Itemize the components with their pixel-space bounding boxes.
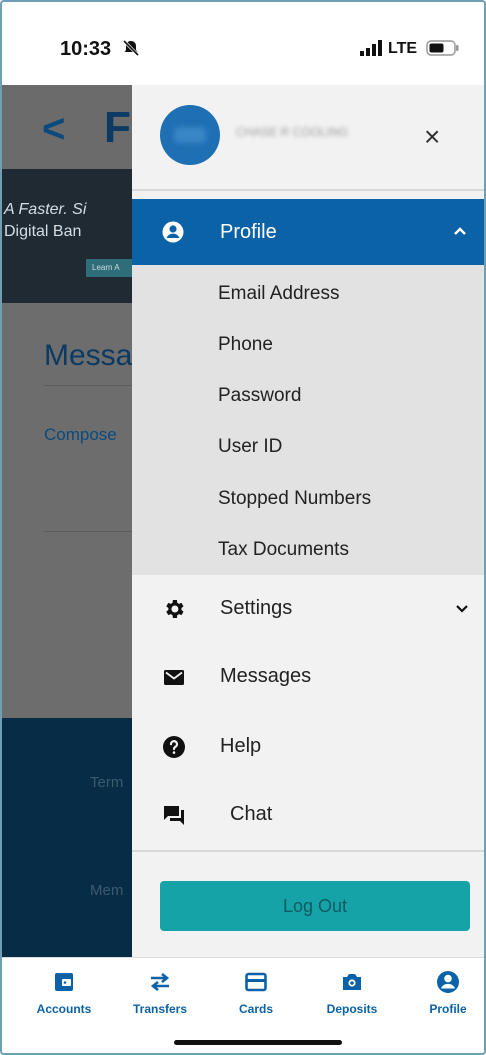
compose-link: Compose: [44, 425, 117, 444]
tab-label: Cards: [238, 1002, 273, 1016]
terms-link: Term: [90, 774, 124, 791]
tab-cards[interactable]: Cards: [208, 970, 304, 1030]
card-icon: [245, 972, 267, 992]
tab-deposits[interactable]: Deposits: [304, 970, 400, 1030]
signal-icon: [360, 40, 382, 56]
envelope-icon: [164, 670, 184, 685]
menu-item-help[interactable]: Help: [132, 713, 484, 781]
submenu-item-tax-documents[interactable]: Tax Documents: [218, 539, 349, 561]
status-time: 10:33: [60, 38, 112, 60]
tab-profile[interactable]: Profile: [400, 970, 484, 1030]
menu-item-profile[interactable]: Profile: [132, 199, 484, 265]
promo-banner: A Faster. Si Digital Ban Learn A: [2, 169, 132, 303]
chevron-down-icon: [456, 605, 468, 613]
tab-label: Profile: [429, 1002, 467, 1016]
page-title: Messa: [44, 339, 132, 372]
banner-line-1: A Faster. Si: [4, 201, 87, 218]
chevron-up-icon: [454, 227, 466, 235]
user-circle-icon: [162, 221, 184, 243]
profile-submenu: Email Address Phone Password User ID Sto…: [132, 265, 484, 575]
divider: [44, 385, 132, 386]
submenu-item-password[interactable]: Password: [218, 385, 301, 407]
background-header: < F: [2, 85, 132, 169]
banner-learn-button: Learn A: [86, 259, 132, 277]
banner-line-2: Digital Ban: [4, 223, 82, 240]
submenu-item-phone[interactable]: Phone: [218, 334, 273, 356]
wallet-icon: [55, 973, 73, 991]
phone-screen: 10:33 LTE < F A Faster. Si Digital Ban L…: [0, 0, 486, 1055]
silent-bell-icon: [122, 39, 140, 57]
tab-label: Accounts: [36, 1002, 92, 1016]
logo: F: [104, 103, 131, 152]
background-page: < F A Faster. Si Digital Ban Learn A Mes…: [2, 85, 132, 957]
background-content: Messa Compose: [2, 303, 132, 718]
divider: [44, 531, 132, 532]
menu-item-label: Messages: [220, 665, 312, 687]
tab-transfers[interactable]: Transfers: [112, 970, 208, 1030]
status-bar: 10:33 LTE: [2, 2, 484, 85]
menu-item-label: Settings: [220, 597, 293, 619]
drawer-header: CHASE R COOLING ×: [132, 85, 484, 189]
tab-label: Deposits: [326, 1002, 378, 1016]
logout-button[interactable]: Log Out: [160, 881, 470, 931]
chat-icon: [164, 806, 184, 825]
divider: [132, 189, 484, 191]
side-drawer: CHASE R COOLING × Profile Email Address …: [132, 85, 484, 957]
camera-icon: [343, 974, 361, 990]
menu-item-label: Profile: [220, 221, 277, 243]
home-indicator: [174, 1040, 342, 1045]
help-icon: [163, 736, 185, 758]
divider: [132, 850, 484, 852]
tab-label: Transfers: [132, 1002, 188, 1016]
close-button[interactable]: ×: [424, 123, 440, 151]
gear-icon: [166, 600, 184, 618]
avatar: [160, 105, 220, 165]
member-link: Mem: [90, 882, 124, 899]
back-arrow-icon: <: [42, 107, 66, 151]
menu-item-chat[interactable]: Chat: [132, 781, 484, 849]
menu-item-label: Chat: [230, 803, 273, 825]
submenu-item-stopped-numbers[interactable]: Stopped Numbers: [218, 488, 371, 510]
battery-icon: [426, 40, 459, 56]
menu-item-label: Help: [220, 735, 262, 757]
background-footer: Term Mem: [2, 718, 132, 957]
tab-accounts[interactable]: Accounts: [16, 970, 112, 1030]
transfer-arrows-icon: [150, 972, 170, 992]
network-type: LTE: [388, 40, 418, 57]
submenu-item-email[interactable]: Email Address: [218, 283, 339, 305]
submenu-item-user-id[interactable]: User ID: [218, 436, 282, 458]
username: CHASE R COOLING: [236, 125, 349, 139]
menu-item-messages[interactable]: Messages: [132, 643, 484, 711]
menu-item-settings[interactable]: Settings: [132, 575, 484, 643]
user-circle-icon: [437, 971, 459, 993]
